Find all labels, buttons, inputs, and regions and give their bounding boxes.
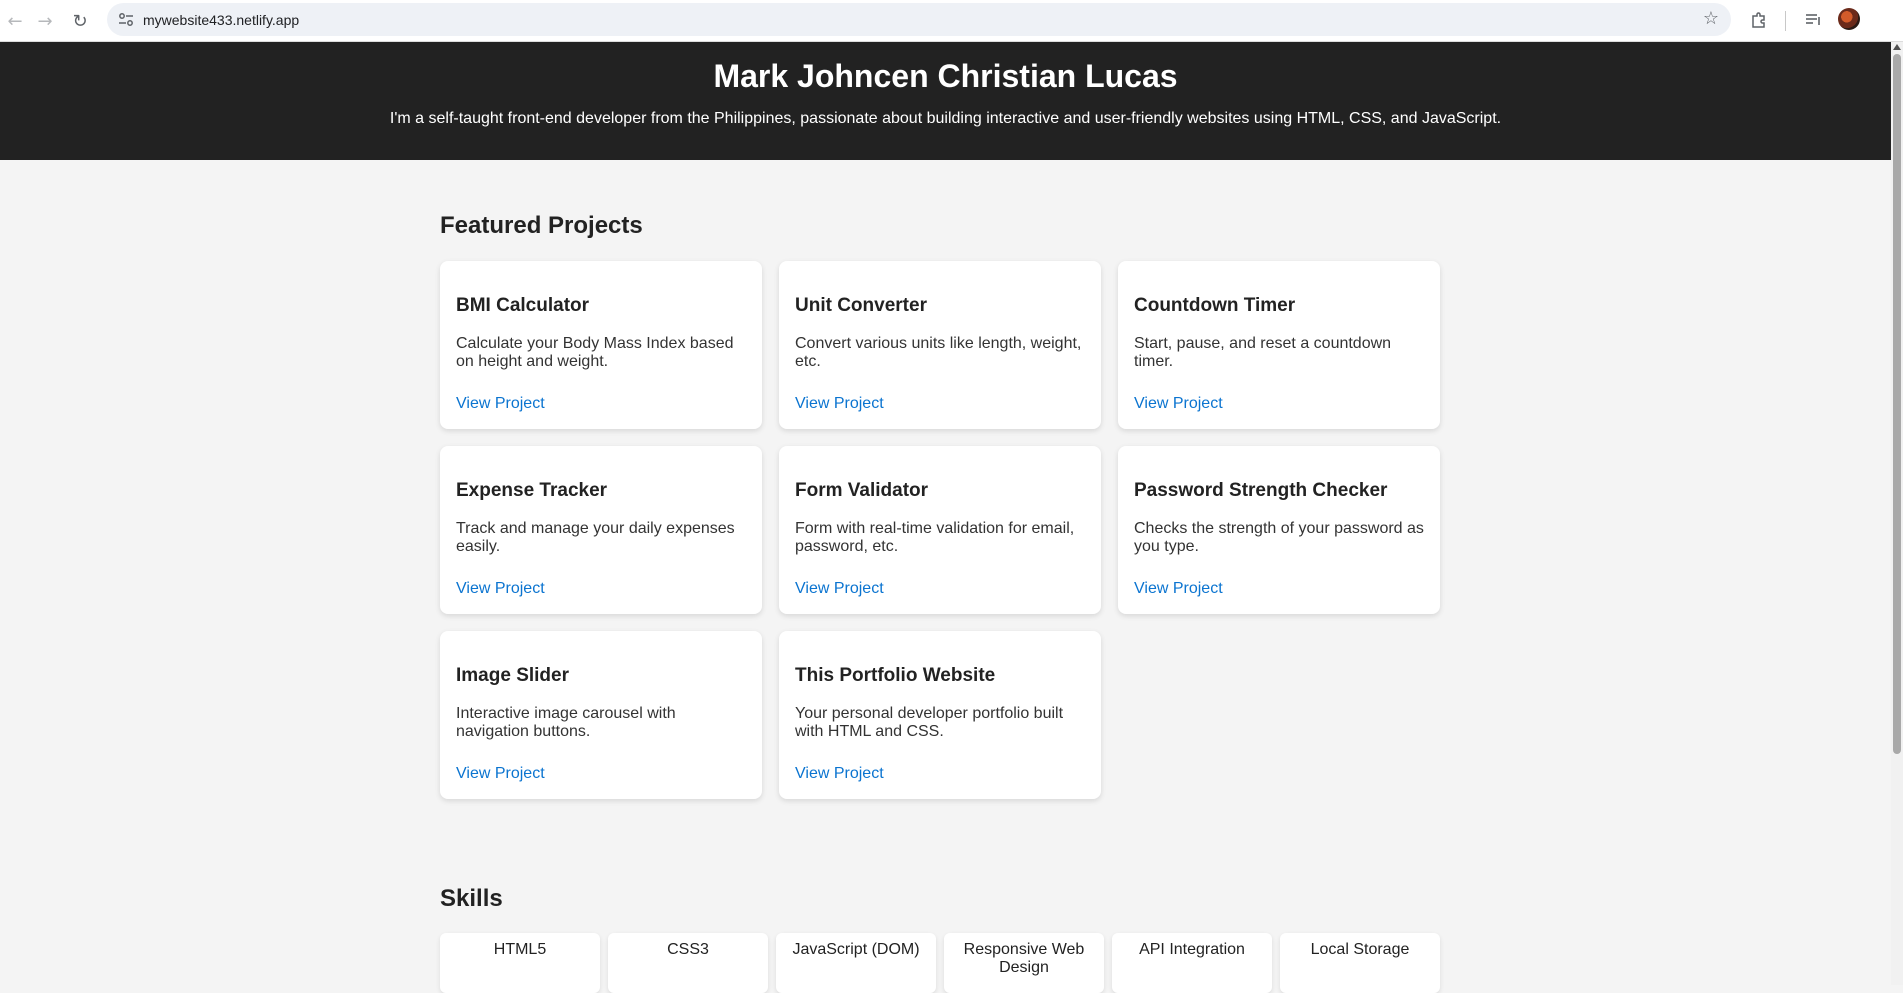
projects-heading: Featured Projects [440, 212, 643, 239]
project-description: Interactive image carousel with navigati… [456, 705, 676, 740]
project-title: Form Validator [795, 480, 929, 501]
project-description: Track and manage your daily expenses eas… [456, 520, 735, 555]
skill-badge: CSS3 [608, 933, 768, 993]
toolbar-divider [1785, 11, 1786, 31]
view-project-link[interactable]: View Project [1134, 395, 1223, 413]
project-card: Form Validator Form with real-time valid… [779, 446, 1101, 614]
scrollbar-thumb[interactable] [1893, 54, 1901, 754]
project-title: This Portfolio Website [795, 665, 996, 686]
star-icon[interactable]: ☆ [1703, 8, 1719, 29]
project-card: Countdown Timer Start, pause, and reset … [1118, 261, 1440, 429]
hero-tagline: I'm a self-taught front-end developer fr… [389, 110, 1502, 127]
project-card: BMI Calculator Calculate your Body Mass … [440, 261, 762, 429]
view-project-link[interactable]: View Project [456, 395, 545, 413]
project-description: Calculate your Body Mass Index based on … [456, 335, 734, 370]
view-project-link[interactable]: View Project [795, 765, 884, 783]
skills-list: HTML5 CSS3 JavaScript (DOM) Responsive W… [440, 933, 1440, 993]
project-card: Unit Converter Convert various units lik… [779, 261, 1101, 429]
view-project-link[interactable]: View Project [456, 765, 545, 783]
forward-arrow-icon[interactable]: → [30, 6, 60, 36]
view-project-link[interactable]: View Project [795, 580, 884, 598]
address-bar[interactable]: mywebsite433.netlify.app ☆ [107, 3, 1731, 36]
view-project-link[interactable]: View Project [795, 395, 884, 413]
site-info-icon[interactable] [117, 11, 135, 29]
skill-badge: API Integration [1112, 933, 1272, 993]
media-queue-icon[interactable] [1800, 7, 1826, 33]
skill-badge: Responsive Web Design [944, 933, 1104, 993]
skill-badge: JavaScript (DOM) [776, 933, 936, 993]
project-description: Checks the strength of your password as … [1134, 520, 1424, 555]
avatar[interactable] [1838, 8, 1860, 30]
page-title: Mark Johncen Christian Lucas [713, 58, 1178, 94]
puzzle-icon[interactable] [1746, 7, 1772, 33]
project-card: This Portfolio Website Your personal dev… [779, 631, 1101, 799]
project-description: Form with real-time validation for email… [795, 520, 1075, 555]
project-description: Convert various units like length, weigh… [795, 335, 1082, 370]
view-project-link[interactable]: View Project [1134, 580, 1223, 598]
reload-icon[interactable]: ↻ [65, 6, 95, 36]
skill-badge: HTML5 [440, 933, 600, 993]
project-description: Your personal developer portfolio built … [795, 705, 1064, 740]
project-title: BMI Calculator [456, 295, 590, 316]
hero-banner: Mark Johncen Christian Lucas I'm a self-… [0, 42, 1891, 160]
browser-toolbar: ← → ↻ mywebsite433.netlify.app ☆ [0, 0, 1903, 42]
page-scrollbar[interactable] [1891, 42, 1903, 985]
scroll-up-icon[interactable] [1893, 44, 1901, 50]
project-card: Image Slider Interactive image carousel … [440, 631, 762, 799]
skills-heading: Skills [440, 885, 503, 912]
project-title: Expense Tracker [456, 480, 608, 501]
back-arrow-icon[interactable]: ← [0, 6, 30, 36]
project-description: Start, pause, and reset a countdown time… [1134, 335, 1392, 370]
project-title: Password Strength Checker [1134, 480, 1388, 501]
project-title: Unit Converter [795, 295, 927, 316]
url-text[interactable]: mywebsite433.netlify.app [143, 12, 299, 28]
project-title: Countdown Timer [1134, 295, 1296, 316]
project-card: Expense Tracker Track and manage your da… [440, 446, 762, 614]
projects-grid: BMI Calculator Calculate your Body Mass … [440, 261, 1440, 799]
project-card: Password Strength Checker Checks the str… [1118, 446, 1440, 614]
project-title: Image Slider [456, 665, 569, 686]
skill-badge: Local Storage [1280, 933, 1440, 993]
view-project-link[interactable]: View Project [456, 580, 545, 598]
